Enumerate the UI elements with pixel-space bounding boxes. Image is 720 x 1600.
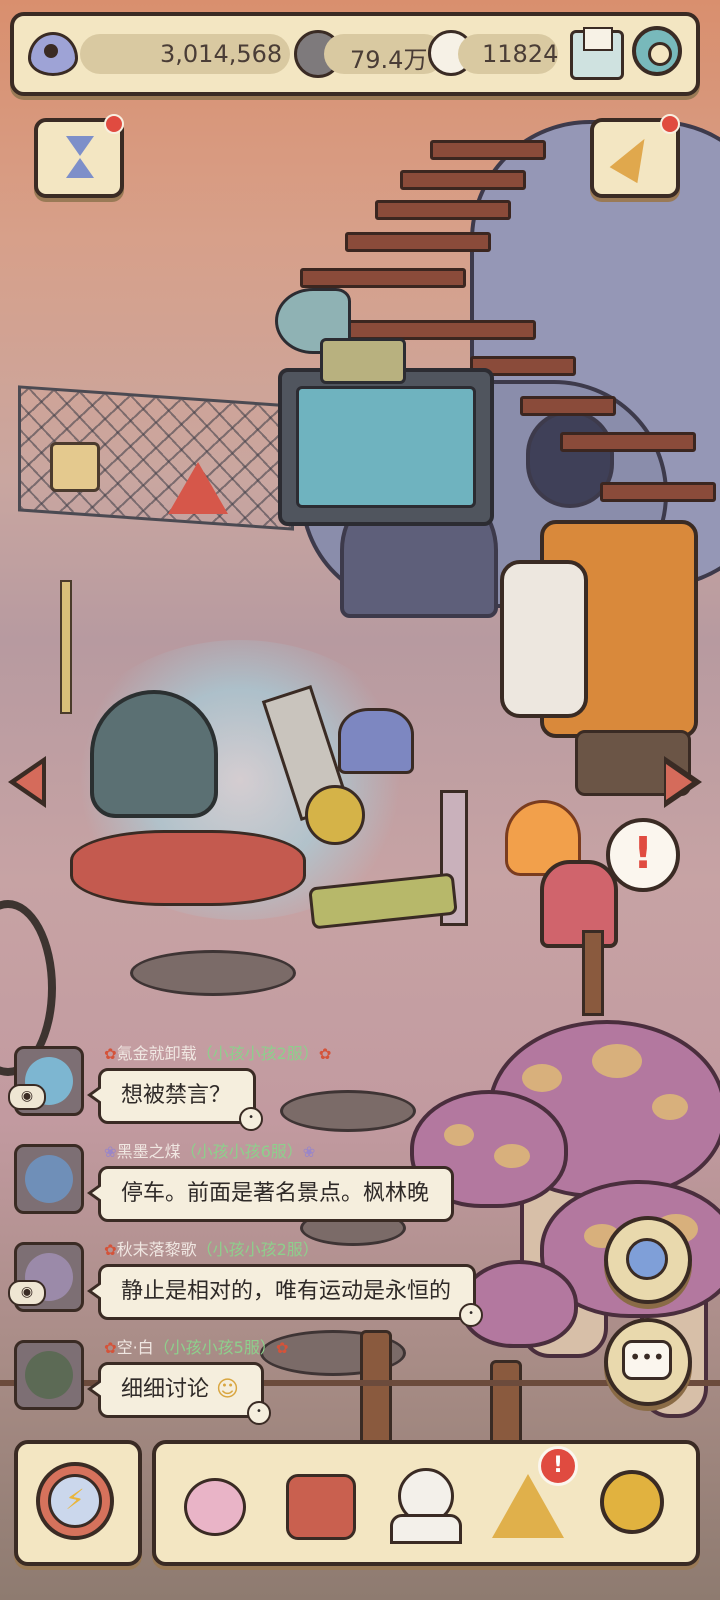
soul-count: 79.4万 (350, 46, 428, 74)
message-bubble: 静止是相对的，唯有运动是永恒的 • (86, 1264, 484, 1327)
emoji-icon: ☺ (209, 1377, 239, 1402)
chat-message[interactable]: ✿空·白（小孩小孩5服）✿ 细细讨论 ☺ • (10, 1334, 520, 1430)
avatar[interactable] (14, 1144, 84, 1214)
eye-count: 3,014,568 (160, 40, 283, 68)
stair-step (375, 200, 511, 220)
mailbox-post (582, 930, 604, 1016)
eye-badge-icon: ◉ (8, 1280, 46, 1306)
alert-exclamation-icon: ! (538, 1446, 578, 1486)
stair-step (345, 232, 491, 252)
right-arrow-icon (666, 764, 692, 800)
sender-line: ✿秋末落黎歌（小孩小孩2服） (104, 1240, 319, 1259)
radar-monitor[interactable] (278, 368, 494, 526)
chat-message[interactable]: ◉ ✿氪金就卸载（小孩小孩2服）✿ 想被禁言？ • (8, 1040, 520, 1136)
message-bubble: 细细讨论 ☺ • (87, 1362, 271, 1425)
mailbox[interactable] (540, 860, 618, 948)
notification-dot (660, 114, 680, 134)
no-entry-sign (50, 442, 100, 492)
stair-step (330, 320, 536, 340)
chat-count: 11824 (482, 40, 559, 68)
diving-helmet[interactable] (90, 690, 218, 818)
coin-key-icon (600, 1470, 664, 1534)
sender-server: （小孩小孩2服） (196, 1240, 319, 1259)
planet-button[interactable] (604, 1216, 692, 1304)
sender-server: （小孩小孩6服） (180, 1142, 303, 1161)
message-bubble: 想被禁言？ • (86, 1068, 264, 1131)
sender-name: 氪金就卸载 (116, 1044, 197, 1063)
rock (130, 950, 296, 996)
compass-button[interactable]: ⚡ (14, 1440, 142, 1566)
sender-name: 秋末落黎歌 (116, 1240, 197, 1259)
compass-icon: ⚡ (36, 1462, 114, 1540)
hourglass-icon (66, 136, 94, 156)
message-text: 细细讨论 (121, 1377, 210, 1402)
message-text: 想被禁言？ (121, 1083, 232, 1108)
sender-name: 黑墨之煤 (116, 1142, 181, 1161)
chat-message[interactable]: ❀黑墨之煤（小孩小孩6服）❀ 停车。前面是著名景点。枫林晚 (10, 1138, 520, 1234)
stair-step (400, 170, 526, 190)
stair-step (300, 268, 466, 288)
planet-icon (626, 1238, 668, 1280)
nav-backpack[interactable] (272, 1456, 364, 1548)
mail-icon[interactable] (570, 27, 624, 80)
trident[interactable] (60, 580, 72, 714)
nav-coin[interactable] (586, 1456, 678, 1548)
notification-dot (104, 114, 124, 134)
stair-step (430, 140, 546, 160)
sender-line: ✿空·白（小孩小孩5服）✿ (104, 1338, 289, 1357)
backpack-icon (286, 1474, 356, 1540)
left-arrow-icon (16, 764, 42, 800)
nav-snail[interactable] (168, 1456, 260, 1548)
bottom-nav: ! (152, 1440, 700, 1566)
sender-server: （小孩小孩2服） (196, 1044, 319, 1063)
alert-exclamation-icon[interactable]: ! (606, 818, 680, 892)
pillow (500, 560, 588, 718)
skull-warning-sign (168, 462, 228, 514)
resource-bar: 3,014,568 79.4万 11824 (10, 12, 700, 96)
sender-server: （小孩小孩5服） (153, 1338, 276, 1357)
message-text: 停车。前面是著名景点。枫林晚 (121, 1181, 430, 1206)
message-text: 静止是相对的，唯有运动是永恒的 (121, 1279, 452, 1304)
stair-step (600, 482, 716, 502)
sender-line: ❀黑墨之煤（小孩小孩6服）❀ (104, 1142, 316, 1161)
camera-box (320, 338, 406, 384)
sender-line: ✿氪金就卸载（小孩小孩2服）✿ (104, 1044, 332, 1063)
chat-message[interactable]: ◉ ✿秋末落黎歌（小孩小孩2服） 静止是相对的，唯有运动是永恒的 • (8, 1236, 520, 1332)
gold-coin[interactable] (305, 785, 365, 845)
snail-icon (184, 1478, 246, 1536)
sender-name: 空·白 (116, 1338, 154, 1357)
red-cloth (70, 830, 306, 906)
battle-axe[interactable] (338, 708, 414, 774)
eye-icon (28, 32, 78, 76)
stair-step (520, 396, 616, 416)
chat-button[interactable]: ••• (604, 1318, 692, 1406)
party-popper-icon (609, 130, 659, 184)
stair-step (560, 432, 696, 452)
eye-badge-icon: ◉ (8, 1084, 46, 1110)
avatar[interactable] (14, 1340, 84, 1410)
chat-icon: ••• (622, 1340, 672, 1380)
nav-statue[interactable] (378, 1456, 470, 1548)
gear-icon[interactable] (632, 26, 682, 76)
message-bubble: 停车。前面是著名景点。枫林晚 (86, 1166, 455, 1222)
